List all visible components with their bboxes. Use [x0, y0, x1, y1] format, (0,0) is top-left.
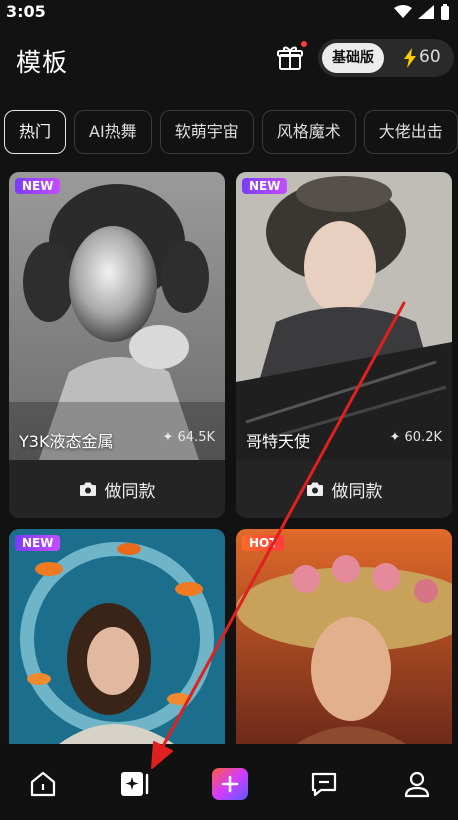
- gift-button[interactable]: [276, 41, 307, 72]
- tab-hot[interactable]: 热门: [4, 110, 67, 154]
- signal-icon: [418, 5, 434, 19]
- camera-icon: [306, 482, 323, 496]
- make-same-button[interactable]: 做同款: [9, 460, 225, 518]
- status-time: 3:05: [6, 2, 46, 21]
- profile-icon: [404, 771, 430, 798]
- nav-templates[interactable]: [117, 766, 153, 802]
- likes-count: 60.2K: [404, 430, 442, 445]
- likes-count: 64.5K: [177, 430, 215, 445]
- nav-home[interactable]: [25, 766, 61, 802]
- card-likes: ✦ 64.5K: [162, 430, 215, 445]
- make-same-button[interactable]: 做同款: [236, 460, 452, 518]
- create-icon: [212, 768, 248, 800]
- template-card[interactable]: NEW: [9, 529, 225, 744]
- template-card[interactable]: HOT: [236, 529, 452, 744]
- nav-messages[interactable]: [306, 766, 342, 802]
- nav-profile[interactable]: [399, 766, 435, 802]
- camera-icon: [79, 482, 96, 496]
- sparkle-icon: ✦: [389, 430, 401, 445]
- plan-pill[interactable]: 基础版 60: [318, 39, 454, 77]
- template-card[interactable]: NEW 哥特天使 ✦ 60.2K 做同款: [236, 172, 452, 518]
- nav-create[interactable]: [212, 766, 248, 802]
- card-image[interactable]: [236, 172, 452, 460]
- tab-style-magic[interactable]: 风格魔术: [261, 110, 356, 154]
- make-same-label: 做同款: [104, 481, 156, 502]
- notification-dot: [301, 41, 307, 47]
- new-badge: NEW: [15, 535, 61, 551]
- card-title: Y3K液态金属: [19, 432, 114, 451]
- bottom-nav: [0, 744, 458, 820]
- bolt-icon: [404, 48, 416, 68]
- header: 模板 基础版 60: [0, 30, 458, 90]
- card-image[interactable]: [9, 529, 225, 744]
- status-icons: [394, 4, 450, 20]
- templates-icon: [121, 772, 149, 796]
- card-image[interactable]: [236, 529, 452, 744]
- page-title: 模板: [16, 48, 69, 77]
- battery-icon: [441, 4, 449, 20]
- status-bar: 3:05: [0, 0, 458, 26]
- plan-badge[interactable]: 基础版: [322, 43, 384, 73]
- template-card[interactable]: NEW Y3K液态金属 ✦ 64.5K 做同款: [9, 172, 225, 518]
- card-title: 哥特天使: [246, 432, 311, 451]
- category-tabs: 热门 AI热舞 软萌宇宙 风格魔术 大佬出击: [4, 110, 458, 154]
- card-likes: ✦ 60.2K: [389, 430, 442, 445]
- card-image[interactable]: [9, 172, 225, 460]
- tab-cute-universe[interactable]: 软萌宇宙: [159, 110, 254, 154]
- home-icon: [30, 771, 56, 797]
- credits-count: 60: [419, 47, 441, 67]
- message-icon: [311, 772, 337, 797]
- hot-badge: HOT: [242, 535, 285, 551]
- make-same-label: 做同款: [331, 481, 383, 502]
- tab-ai-dance[interactable]: AI热舞: [74, 110, 152, 154]
- sparkle-icon: ✦: [162, 430, 174, 445]
- gift-icon: [277, 46, 303, 70]
- new-badge: NEW: [242, 178, 288, 194]
- new-badge: NEW: [15, 178, 61, 194]
- tab-boss-attack[interactable]: 大佬出击: [363, 110, 458, 154]
- wifi-icon: [394, 5, 412, 18]
